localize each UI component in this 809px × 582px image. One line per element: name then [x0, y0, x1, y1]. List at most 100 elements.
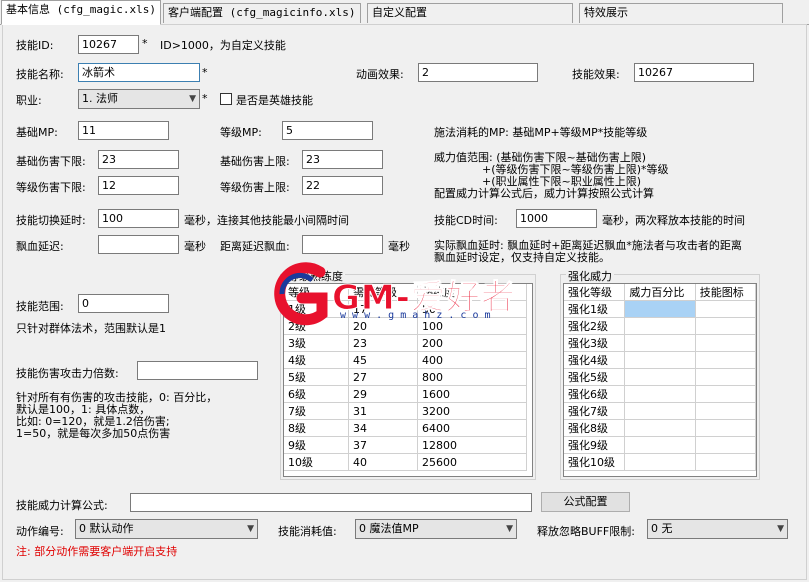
hero-skill-checkbox[interactable]	[220, 93, 232, 105]
table-cell[interactable]	[695, 317, 756, 335]
table-cell[interactable]: 45	[348, 351, 418, 369]
table-cell[interactable]: 强化10级	[564, 453, 626, 471]
table-cell[interactable]	[624, 453, 696, 471]
base-mp-input[interactable]: 11	[78, 121, 169, 140]
power-formula-input[interactable]	[130, 493, 532, 512]
table-cell[interactable]	[624, 317, 696, 335]
table-cell[interactable]	[695, 436, 756, 454]
table-cell[interactable]: 200	[417, 334, 527, 352]
table-cell[interactable]: 4级	[284, 351, 349, 369]
table-cell[interactable]: 强化1级	[564, 300, 626, 318]
table-cell[interactable]: 23	[348, 334, 418, 352]
table-row[interactable]: 强化4级	[564, 351, 756, 369]
level-mp-input[interactable]: 5	[282, 121, 373, 140]
table-cell[interactable]: 强化9级	[564, 436, 626, 454]
enhance-power-grid[interactable]: 强化等级 威力百分比 技能图标 强化1级 强化2级 强化3级 强化4级 强化5级…	[563, 283, 757, 477]
table-row[interactable]: 10级 40 25600	[284, 453, 527, 471]
table-row[interactable]: 5级 27 800	[284, 368, 527, 386]
table-row[interactable]: 8级 34 6400	[284, 419, 527, 437]
distance-delay-input[interactable]	[302, 235, 383, 254]
table-cell[interactable]: 25600	[417, 453, 527, 471]
table-cell[interactable]	[624, 436, 696, 454]
table-cell[interactable]: 强化6级	[564, 385, 626, 403]
base-dmg-low-input[interactable]: 23	[98, 150, 179, 169]
table-cell[interactable]: 34	[348, 419, 418, 437]
table-cell[interactable]	[624, 419, 696, 437]
job-select[interactable]: 1. 法师 ▼	[78, 89, 200, 109]
ignore-buff-select[interactable]: 0 无 ▼	[647, 519, 788, 539]
table-cell[interactable]: 9级	[284, 436, 349, 454]
table-cell[interactable]: 7级	[284, 402, 349, 420]
table-cell[interactable]	[695, 402, 756, 420]
table-cell[interactable]	[624, 368, 696, 386]
table-cell[interactable]	[624, 300, 696, 318]
table-cell[interactable]	[695, 300, 756, 318]
table-cell[interactable]	[695, 385, 756, 403]
table-cell[interactable]	[624, 334, 696, 352]
table-cell[interactable]: 强化2级	[564, 317, 626, 335]
table-cell[interactable]	[695, 334, 756, 352]
table-row[interactable]: 强化1级	[564, 300, 756, 318]
table-cell[interactable]: 400	[417, 351, 527, 369]
table-row[interactable]: 强化9级	[564, 436, 756, 454]
skill-id-input[interactable]: 10267	[78, 35, 139, 54]
table-row[interactable]: 6级 29 1600	[284, 385, 527, 403]
table-cell[interactable]: 强化3级	[564, 334, 626, 352]
table-cell[interactable]	[624, 351, 696, 369]
base-dmg-high-input[interactable]: 23	[302, 150, 383, 169]
table-cell[interactable]: 12800	[417, 436, 527, 454]
skill-name-input[interactable]: 冰箭术	[78, 63, 200, 82]
tab-effect-display[interactable]: 特效展示 (cfg_skill_present.xls)	[579, 3, 783, 37]
blood-delay-input[interactable]	[98, 235, 179, 254]
tab-basic-info[interactable]: 基本信息 (cfg_magic.xls)	[1, 0, 161, 25]
table-row[interactable]: 强化8级	[564, 419, 756, 437]
table-cell[interactable]: 29	[348, 385, 418, 403]
skill-effect-input[interactable]: 10267	[634, 63, 754, 82]
table-cell[interactable]: 3级	[284, 334, 349, 352]
table-cell[interactable]	[695, 368, 756, 386]
tab-custom-config[interactable]: 自定义配置 (cfg_magiccustom.xls)	[367, 3, 573, 37]
level-dmg-high-input[interactable]: 22	[302, 176, 383, 195]
table-cell[interactable]: 6级	[284, 385, 349, 403]
table-cell[interactable]: 5级	[284, 368, 349, 386]
table-row[interactable]: 3级 23 200	[284, 334, 527, 352]
table-row[interactable]: 强化2级	[564, 317, 756, 335]
table-cell[interactable]: 强化7级	[564, 402, 626, 420]
switch-delay-input[interactable]: 100	[98, 209, 179, 228]
table-row[interactable]: 4级 45 400	[284, 351, 527, 369]
table-cell[interactable]: 37	[348, 436, 418, 454]
table-row[interactable]: 强化3级	[564, 334, 756, 352]
anim-effect-input[interactable]: 2	[418, 63, 538, 82]
table-cell[interactable]	[695, 351, 756, 369]
level-dmg-low-input[interactable]: 12	[98, 176, 179, 195]
table-cell[interactable]	[624, 402, 696, 420]
tab-client-config[interactable]: 客户端配置 (cfg_magicinfo.xls)	[163, 3, 361, 23]
table-row[interactable]: 9级 37 12800	[284, 436, 527, 454]
table-cell[interactable]: 强化5级	[564, 368, 626, 386]
table-cell[interactable]: 31	[348, 402, 418, 420]
table-cell[interactable]: 10级	[284, 453, 349, 471]
table-cell[interactable]: 1600	[417, 385, 527, 403]
table-row[interactable]: 强化6级	[564, 385, 756, 403]
table-row[interactable]: 7级 31 3200	[284, 402, 527, 420]
skill-range-input[interactable]: 0	[78, 294, 169, 313]
formula-config-button[interactable]: 公式配置	[541, 492, 630, 512]
table-cell[interactable]: 8级	[284, 419, 349, 437]
consume-value-select[interactable]: 0 魔法值MP ▼	[355, 519, 517, 539]
table-cell[interactable]: 27	[348, 368, 418, 386]
cd-time-input[interactable]: 1000	[516, 209, 597, 228]
table-cell[interactable]	[695, 453, 756, 471]
table-cell[interactable]: 40	[348, 453, 418, 471]
table-row[interactable]: 强化5级	[564, 368, 756, 386]
table-cell[interactable]	[624, 385, 696, 403]
table-cell[interactable]: 800	[417, 368, 527, 386]
table-cell[interactable]	[695, 419, 756, 437]
table-cell[interactable]: 6400	[417, 419, 527, 437]
table-row[interactable]: 强化7级	[564, 402, 756, 420]
table-cell[interactable]: 强化8级	[564, 419, 626, 437]
table-row[interactable]: 强化10级	[564, 453, 756, 471]
action-id-select[interactable]: 0 默认动作 ▼	[75, 519, 258, 539]
table-cell[interactable]: 3200	[417, 402, 527, 420]
damage-multiplier-input[interactable]	[137, 361, 258, 380]
table-cell[interactable]: 强化4级	[564, 351, 626, 369]
